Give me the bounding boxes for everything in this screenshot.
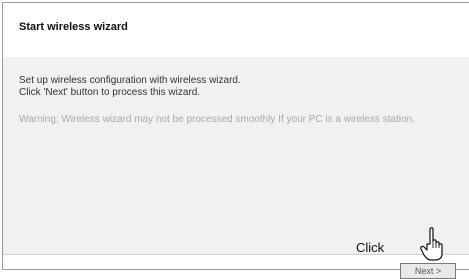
wizard-header: Start wireless wizard — [3, 3, 469, 58]
click-callout-label: Click — [356, 240, 385, 255]
wizard-warning: Warning: Wireless wizard may not be proc… — [19, 114, 415, 125]
description-line-2: Click 'Next' button to process this wiza… — [19, 87, 201, 98]
description-line-1: Set up wireless configuration with wirel… — [19, 75, 241, 86]
wizard-title: Start wireless wizard — [19, 21, 128, 33]
hand-pointer-icon — [420, 227, 443, 261]
wizard-description: Set up wireless configuration with wirel… — [19, 75, 241, 99]
wizard-content: Set up wireless configuration with wirel… — [3, 57, 469, 255]
wizard-panel: Start wireless wizard Set up wireless co… — [2, 2, 469, 270]
